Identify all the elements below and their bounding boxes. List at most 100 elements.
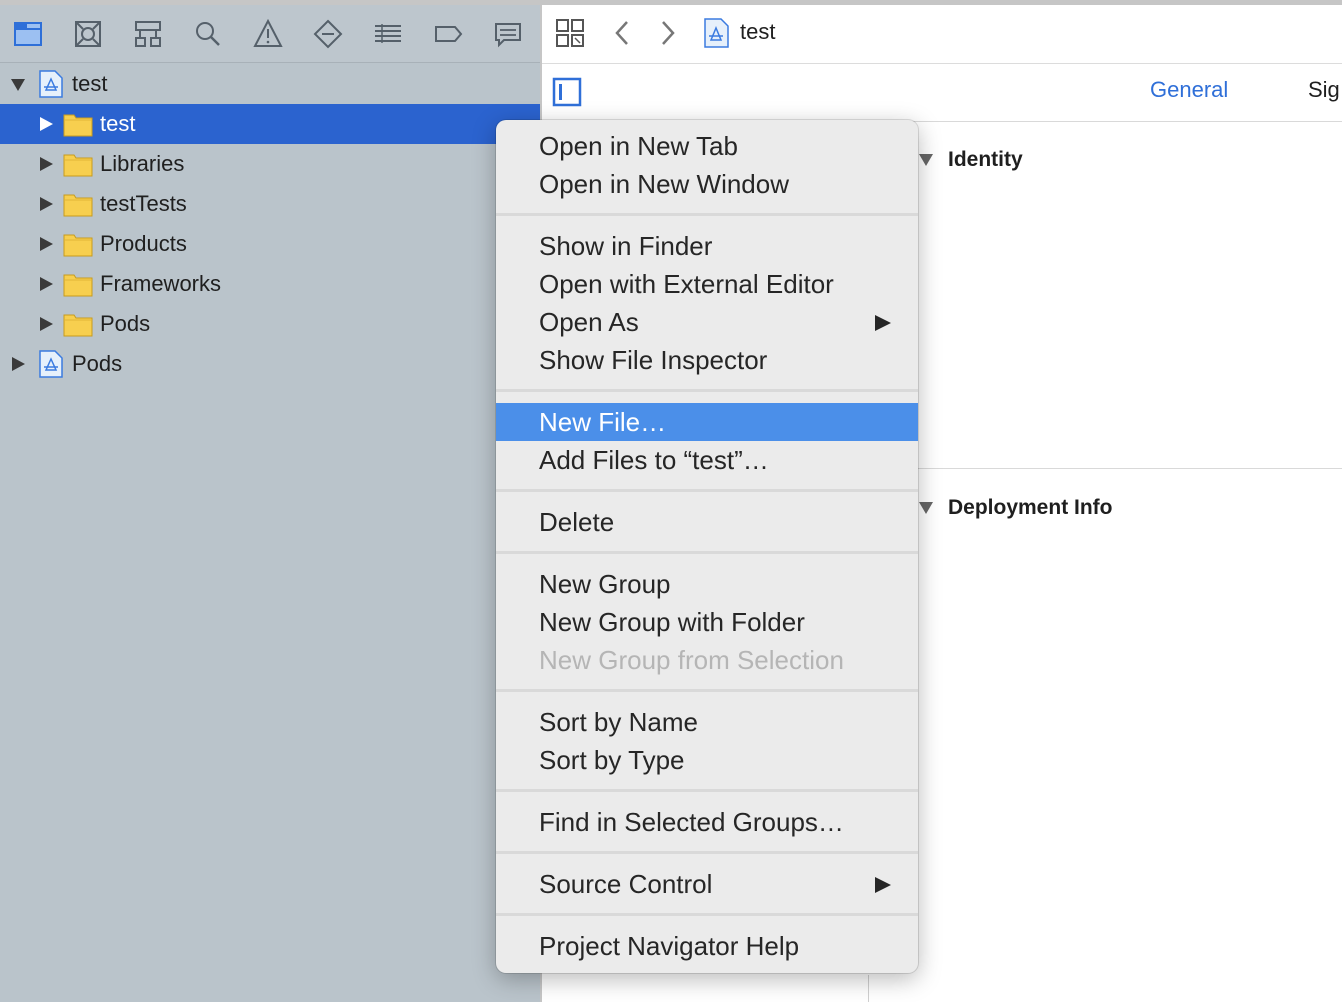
menu-item-source-control[interactable]: Source Control xyxy=(496,865,918,903)
menu-item-show-in-finder[interactable]: Show in Finder xyxy=(496,227,918,265)
tree-row-project-test[interactable]: test xyxy=(0,64,540,104)
menu-item-delete[interactable]: Delete xyxy=(496,503,918,541)
tree-row-label: Products xyxy=(100,231,187,256)
tree-row-group-products[interactable]: Products xyxy=(0,224,540,264)
section-identity-title: Identity xyxy=(948,148,1023,171)
menu-item-new-group-from-selection: New Group from Selection xyxy=(496,641,918,679)
menu-item-sort-by-type[interactable]: Sort by Type xyxy=(496,741,918,779)
menu-item-label: Source Control xyxy=(539,869,713,899)
disclosure-collapsed-icon[interactable] xyxy=(38,116,54,132)
tab-signing[interactable]: Sig xyxy=(1308,77,1340,103)
menu-item-label: Find in Selected Groups… xyxy=(539,807,844,837)
forward-chevron-icon[interactable] xyxy=(652,17,684,49)
tree-row-label: testTests xyxy=(100,191,187,216)
folder-icon xyxy=(63,110,93,138)
menu-item-label: New Group xyxy=(539,569,671,599)
back-chevron-icon[interactable] xyxy=(606,17,638,49)
tree-row-label: test xyxy=(100,111,136,136)
project-navigator-icon[interactable] xyxy=(10,16,46,52)
tree-row-label: Frameworks xyxy=(100,271,222,296)
submenu-arrow-icon xyxy=(874,876,892,894)
debug-list-icon[interactable] xyxy=(370,16,406,52)
section-divider xyxy=(918,468,1342,469)
menu-separator xyxy=(496,689,918,692)
menu-separator xyxy=(496,213,918,216)
menu-item-sort-by-name[interactable]: Sort by Name xyxy=(496,703,918,741)
context-menu: Open in New Tab Open in New Window Show … xyxy=(496,120,918,973)
project-file-icon xyxy=(700,17,732,49)
folder-icon xyxy=(63,150,93,178)
menu-item-label: Open in New Tab xyxy=(539,131,738,161)
tree-row-project-pods[interactable]: Pods xyxy=(0,344,540,384)
menu-item-new-group[interactable]: New Group xyxy=(496,565,918,603)
symbol-navigator-icon[interactable] xyxy=(130,16,166,52)
test-navigator-icon[interactable] xyxy=(310,16,346,52)
menu-item-open-with-external-editor[interactable]: Open with External Editor xyxy=(496,265,918,303)
disclosure-collapsed-icon[interactable] xyxy=(38,316,54,332)
menu-item-open-in-new-window[interactable]: Open in New Window xyxy=(496,165,918,203)
menu-item-label: Project Navigator Help xyxy=(539,931,800,961)
menu-separator xyxy=(496,913,918,916)
tree-row-label: Libraries xyxy=(100,151,185,176)
issue-warning-icon[interactable] xyxy=(250,16,286,52)
source-control-icon[interactable] xyxy=(70,16,106,52)
disclosure-expanded-icon[interactable] xyxy=(918,152,934,168)
project-editor-tab-bar: General Sig xyxy=(542,64,1342,122)
tree-row-group-testtests[interactable]: testTests xyxy=(0,184,540,224)
breakpoint-icon[interactable] xyxy=(430,16,466,52)
menu-item-label: Open with External Editor xyxy=(539,269,834,299)
disclosure-collapsed-icon[interactable] xyxy=(10,356,26,372)
project-navigator: test test Libraries testTests Products F… xyxy=(0,0,540,1002)
find-icon[interactable] xyxy=(190,16,226,52)
menu-item-new-group-with-folder[interactable]: New Group with Folder xyxy=(496,603,918,641)
menu-item-new-file[interactable]: New File… xyxy=(496,403,918,441)
menu-item-label: Sort by Type xyxy=(539,745,685,775)
disclosure-expanded-icon[interactable] xyxy=(918,500,934,516)
menu-item-label: New Group with Folder xyxy=(539,607,805,637)
menu-item-label: Show in Finder xyxy=(539,231,713,261)
menu-separator xyxy=(496,551,918,554)
menu-item-add-files[interactable]: Add Files to “test”… xyxy=(496,441,918,479)
folder-icon xyxy=(63,310,93,338)
menu-item-open-in-new-tab[interactable]: Open in New Tab xyxy=(496,127,918,165)
project-file-icon xyxy=(36,350,66,378)
submenu-arrow-icon xyxy=(874,314,892,332)
menu-item-label: Sort by Name xyxy=(539,707,698,737)
project-file-icon xyxy=(36,70,66,98)
disclosure-collapsed-icon[interactable] xyxy=(38,276,54,292)
tree-row-group-libraries[interactable]: Libraries xyxy=(0,144,540,184)
disclosure-expanded-icon[interactable] xyxy=(10,76,26,92)
tree-row-group-test[interactable]: test xyxy=(0,104,540,144)
disclosure-collapsed-icon[interactable] xyxy=(38,196,54,212)
tree-row-group-frameworks[interactable]: Frameworks xyxy=(0,264,540,304)
menu-item-find-in-selected-groups[interactable]: Find in Selected Groups… xyxy=(496,803,918,841)
menu-item-label: Add Files to “test”… xyxy=(539,445,769,475)
section-deployment-title: Deployment Info xyxy=(948,496,1113,519)
menu-item-label: Open in New Window xyxy=(539,169,789,199)
menu-item-show-file-inspector[interactable]: Show File Inspector xyxy=(496,341,918,379)
menu-item-label: Delete xyxy=(539,507,615,537)
tree-row-group-pods[interactable]: Pods xyxy=(0,304,540,344)
menu-separator xyxy=(496,489,918,492)
sidebar-toggle-icon[interactable] xyxy=(552,77,582,107)
jump-bar: test xyxy=(542,5,1342,64)
menu-item-project-navigator-help[interactable]: Project Navigator Help xyxy=(496,927,918,965)
tree-row-label: test xyxy=(72,71,108,96)
tree-row-label: Pods xyxy=(100,311,151,336)
report-icon[interactable] xyxy=(490,16,526,52)
navigator-toolbar xyxy=(0,0,540,63)
menu-item-label: Show File Inspector xyxy=(539,345,768,375)
disclosure-collapsed-icon[interactable] xyxy=(38,156,54,172)
menu-separator xyxy=(496,789,918,792)
folder-icon xyxy=(63,230,93,258)
tree-row-label: Pods xyxy=(72,351,123,376)
menu-item-label: New File… xyxy=(539,407,667,437)
tab-general[interactable]: General xyxy=(1150,77,1228,103)
folder-icon xyxy=(63,190,93,218)
disclosure-collapsed-icon[interactable] xyxy=(38,236,54,252)
menu-item-open-as[interactable]: Open As xyxy=(496,303,918,341)
folder-icon xyxy=(63,270,93,298)
editor-column-divider xyxy=(868,975,869,1002)
related-items-icon[interactable] xyxy=(554,17,586,49)
jump-bar-project-label[interactable]: test xyxy=(740,19,775,45)
